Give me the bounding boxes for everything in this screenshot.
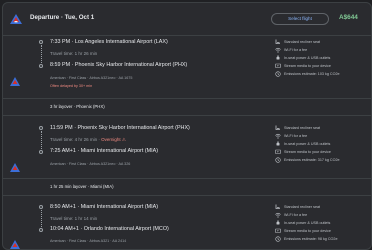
travel-time: Travel time: 4 hr 26 min (50, 137, 98, 142)
seat-icon (275, 39, 280, 44)
american-airlines-logo-icon (10, 163, 20, 172)
arrival-airport: Orlando International Airport (MCO) (83, 226, 169, 232)
layover-miami: 1 hr 25 min layover · Miami (MIA) (3, 178, 371, 196)
co2-icon (275, 157, 281, 163)
flight-info: American · First Class · Airbus A321neo … (50, 162, 131, 166)
layover-phoenix: 3 hr layover · Phoenix (PHX) (3, 98, 371, 116)
departure-airport: Phoenix Sky Harbor International Airport… (77, 125, 190, 131)
wifi-icon (275, 212, 281, 218)
price: A$644 (339, 14, 358, 21)
co2-icon (275, 236, 281, 242)
arrival-time: 7:25 AM+1 (50, 148, 76, 154)
layover-text: 1 hr 25 min layover · Miami (MIA) (50, 184, 114, 189)
departure-line: 8:50 AM+1 · Miami International Airport … (50, 204, 159, 210)
flight-info: American · First Class · Airbus A321 · A… (50, 239, 127, 243)
american-airlines-logo-icon (10, 77, 20, 86)
travel-time-line: Travel time: 4 hr 26 min · Overnight ⚠ (50, 137, 126, 142)
flight-header[interactable]: Departure · Tue, Oct 1 Select flight A$6… (3, 3, 371, 36)
departure-line: 7:33 PM · Los Angeles International Airp… (50, 39, 168, 45)
arrival-line: 8:59 PM · Phoenix Sky Harbor Internation… (50, 62, 188, 68)
travel-time: Travel time: 1 hr 26 min (50, 51, 98, 56)
departure-time: 8:50 AM+1 (50, 204, 76, 210)
departure-time: 11:59 PM (50, 125, 73, 131)
delay-warning: Often delayed by 30+ min (50, 84, 93, 88)
american-airlines-logo-icon (10, 240, 20, 249)
power-icon (276, 220, 280, 225)
page-title: Departure · Tue, Oct 1 (30, 14, 95, 21)
departure-line: 11:59 PM · Phoenix Sky Harbor Internatio… (50, 125, 190, 131)
route-line (40, 210, 42, 227)
flight-segment-1: 7:33 PM · Los Angeles International Airp… (3, 35, 371, 98)
media-icon (275, 149, 281, 154)
media-icon (275, 228, 281, 233)
flight-details-card: Departure · Tue, Oct 1 Select flight A$6… (2, 2, 372, 250)
flight-segment-2: 11:59 PM · Phoenix Sky Harbor Internatio… (3, 115, 371, 172)
departure-airport: Los Angeles International Airport (LAX) (74, 39, 168, 45)
power-icon (276, 55, 280, 60)
co2-icon (275, 71, 281, 77)
power-icon (276, 141, 280, 146)
flight-segment-3: 8:50 AM+1 · Miami International Airport … (3, 195, 371, 249)
select-flight-button[interactable]: Select flight (271, 13, 329, 25)
flight-info: American · First Class · Airbus A321neo … (50, 76, 133, 80)
departure-dot-icon (39, 126, 43, 130)
arrival-dot-icon (39, 228, 43, 232)
arrival-airport: Miami International Airport (MIA) (80, 148, 159, 154)
route-line (40, 45, 42, 63)
wifi-icon (275, 133, 281, 139)
departure-airport: Miami International Airport (MIA) (80, 204, 159, 210)
seat-icon (275, 125, 280, 130)
arrival-time: 8:59 PM (50, 62, 71, 68)
overnight-label: Overnight (101, 137, 121, 142)
arrival-airport: Phoenix Sky Harbor International Airport… (74, 62, 188, 68)
warning-icon: ⚠ (121, 137, 126, 142)
arrival-line: 7:25 AM+1 · Miami International Airport … (50, 148, 159, 154)
arrival-time: 10:04 AM+1 (50, 226, 79, 232)
media-icon (275, 63, 281, 68)
seat-icon (275, 204, 280, 209)
layover-text: 3 hr layover · Phoenix (PHX) (50, 104, 105, 109)
travel-time: Travel time: 1 hr 14 min (50, 216, 98, 221)
departure-dot-icon (39, 40, 43, 44)
wifi-icon (275, 47, 281, 53)
arrival-dot-icon (39, 64, 43, 68)
departure-dot-icon (39, 205, 43, 209)
arrival-dot-icon (39, 150, 43, 154)
departure-time: 7:33 PM (50, 39, 71, 45)
arrival-line: 10:04 AM+1 · Orlando International Airpo… (50, 226, 169, 232)
american-airlines-logo-icon (10, 14, 22, 24)
route-line (40, 131, 42, 149)
